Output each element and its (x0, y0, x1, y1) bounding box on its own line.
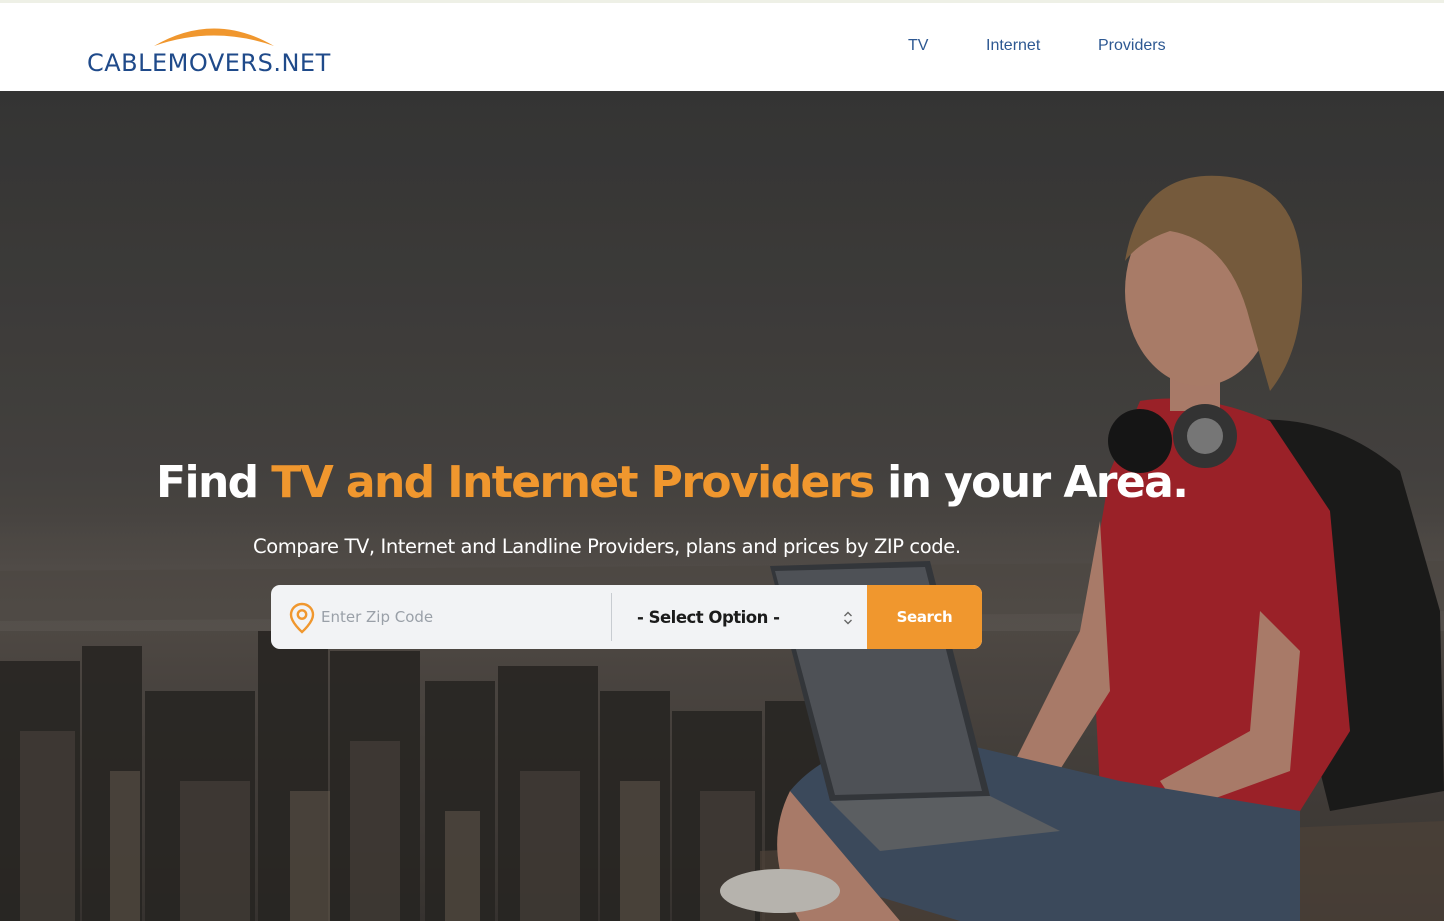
site-logo[interactable]: CABLEMOVERS.NET (86, 17, 346, 81)
up-down-chevron-icon (844, 611, 852, 625)
headline-prefix: Find (156, 457, 272, 508)
nav-item-providers[interactable]: Providers (1098, 37, 1166, 55)
site-header: CABLEMOVERS.NET TV Internet Providers (0, 3, 1444, 91)
hero-subheadline: Compare TV, Internet and Landline Provid… (253, 535, 961, 558)
service-select[interactable]: - Select Option - (613, 585, 867, 649)
headline-accent: TV and Internet Providers (271, 457, 875, 508)
hero-headline: Find TV and Internet Providers in your A… (156, 453, 1189, 513)
nav-item-internet[interactable]: Internet (986, 37, 1040, 55)
select-value: - Select Option - (637, 608, 780, 627)
logo-arc-icon (154, 28, 274, 46)
nav-item-tv[interactable]: TV (908, 37, 928, 55)
zip-code-input[interactable] (321, 597, 601, 637)
search-divider (611, 593, 612, 641)
zip-search-form: - Select Option - Search (271, 585, 982, 649)
search-button[interactable]: Search (867, 585, 982, 649)
location-pin-icon (289, 602, 315, 634)
hero-section: Find TV and Internet Providers in your A… (0, 91, 1444, 921)
logo-text: CABLEMOVERS.NET (87, 49, 331, 77)
headline-suffix: in your Area. (873, 457, 1189, 508)
